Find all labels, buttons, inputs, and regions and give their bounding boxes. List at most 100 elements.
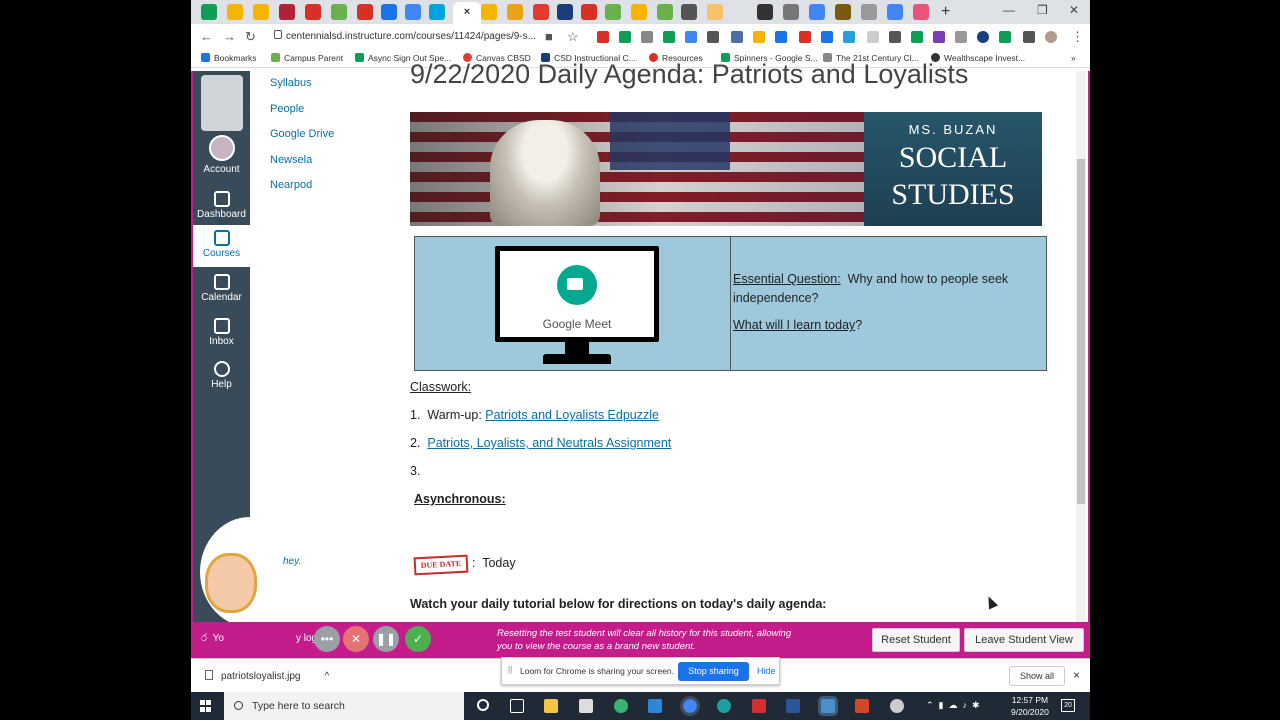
photos-icon[interactable] xyxy=(818,696,838,716)
tab-docs-icon[interactable] xyxy=(405,4,421,20)
tab-site-icon[interactable] xyxy=(707,4,723,20)
nav-dashboard[interactable]: Dashboard xyxy=(193,189,250,227)
course-nav-google-drive[interactable]: Google Drive xyxy=(270,128,334,154)
more-bookmarks-icon[interactable]: » xyxy=(1071,53,1076,63)
tab-site-icon[interactable] xyxy=(757,4,773,20)
task-view-icon[interactable] xyxy=(510,699,524,713)
extension-icon[interactable] xyxy=(619,31,631,43)
close-window-icon[interactable]: ✕ xyxy=(1069,3,1079,17)
minimize-icon[interactable]: — xyxy=(1003,3,1015,17)
forward-icon[interactable]: → xyxy=(223,29,236,44)
loom-cancel-icon[interactable]: ✕ xyxy=(343,626,369,652)
school-crest-logo[interactable] xyxy=(201,75,243,131)
tab-site-icon[interactable] xyxy=(913,4,929,20)
tab-site-icon[interactable] xyxy=(681,4,697,20)
account-avatar[interactable] xyxy=(209,135,235,161)
word-icon[interactable] xyxy=(786,699,800,713)
powerpoint-icon[interactable] xyxy=(855,699,869,713)
address-bar[interactable]: centennialsd.instructure.com/courses/114… xyxy=(270,27,590,47)
tab-site-icon[interactable] xyxy=(557,4,573,20)
bookmark-star-icon[interactable]: ☆ xyxy=(567,29,579,45)
tab-slides-icon[interactable] xyxy=(631,4,647,20)
tab-gmail-icon[interactable] xyxy=(357,4,373,20)
bookmark-item[interactable]: Bookmarks xyxy=(201,53,257,63)
tab-slides-icon[interactable] xyxy=(481,4,497,20)
extension-icon[interactable] xyxy=(977,31,989,43)
cortana-icon[interactable] xyxy=(477,699,489,711)
restore-icon[interactable]: ❐ xyxy=(1037,3,1048,17)
windows-start-icon[interactable] xyxy=(200,700,212,712)
nav-courses[interactable]: Courses xyxy=(193,225,250,267)
nav-account[interactable]: Account xyxy=(193,164,250,175)
tab-site-icon[interactable] xyxy=(861,4,877,20)
system-tray[interactable]: ⌃ ▮ ☁ ♪ ✱ xyxy=(926,700,980,711)
extension-icon[interactable] xyxy=(685,31,697,43)
edge-icon[interactable] xyxy=(717,699,731,713)
camera-icon[interactable]: ■ xyxy=(545,29,553,44)
file-explorer-icon[interactable] xyxy=(544,699,558,713)
close-shelf-icon[interactable]: × xyxy=(1073,668,1080,682)
extension-icon[interactable] xyxy=(597,31,609,43)
chrome-icon[interactable] xyxy=(680,696,700,716)
drag-handle-icon[interactable]: || xyxy=(508,665,512,674)
hide-banner-button[interactable]: Hide xyxy=(757,666,776,676)
extension-icon[interactable] xyxy=(753,31,765,43)
app-icon[interactable] xyxy=(890,699,904,713)
tab-close-icon[interactable]: × xyxy=(464,6,470,18)
edpuzzle-link[interactable]: Patriots and Loyalists Edpuzzle xyxy=(485,408,659,422)
nav-help[interactable]: Help xyxy=(193,361,250,390)
stop-sharing-button[interactable]: Stop sharing xyxy=(678,662,749,681)
taskbar-search[interactable]: Type here to search xyxy=(224,692,464,720)
extension-icon[interactable] xyxy=(955,31,967,43)
chevron-up-icon[interactable]: ^ xyxy=(324,671,329,682)
course-nav-nearpod[interactable]: Nearpod xyxy=(270,179,334,205)
loom-options-icon[interactable]: ••• xyxy=(314,626,340,652)
show-all-button[interactable]: Show all xyxy=(1009,666,1065,686)
download-item[interactable]: patriotsloyalist.jpg ^ xyxy=(205,670,329,682)
nav-calendar[interactable]: Calendar xyxy=(193,274,250,303)
course-nav-newsela[interactable]: Newsela xyxy=(270,154,334,180)
extension-icon[interactable] xyxy=(821,31,833,43)
tab-flag-icon[interactable] xyxy=(279,4,295,20)
new-tab-button[interactable]: + xyxy=(941,3,950,21)
extension-icon[interactable] xyxy=(867,31,879,43)
back-icon[interactable]: ← xyxy=(200,29,213,44)
taskbar-clock[interactable]: 12:57 PM 9/20/2020 xyxy=(1011,694,1049,718)
store-icon[interactable] xyxy=(579,699,593,713)
tab-google-icon[interactable] xyxy=(887,4,903,20)
tab-slides-icon[interactable] xyxy=(253,4,269,20)
loom-pause-icon[interactable]: ❚❚ xyxy=(373,626,399,652)
tab-active[interactable]: × xyxy=(453,2,481,24)
scrollbar-thumb[interactable] xyxy=(1077,159,1085,504)
acrobat-icon[interactable] xyxy=(752,699,766,713)
app-icon[interactable] xyxy=(614,699,628,713)
menu-kebab-icon[interactable]: ⋮ xyxy=(1071,29,1084,45)
tab-google-icon[interactable] xyxy=(809,4,825,20)
tab-site-icon[interactable] xyxy=(605,4,621,20)
extension-icon[interactable] xyxy=(911,31,923,43)
tab-site-icon[interactable] xyxy=(331,4,347,20)
course-nav-syllabus[interactable]: Syllabus xyxy=(270,77,334,103)
extension-icon[interactable] xyxy=(775,31,787,43)
app-icon[interactable] xyxy=(648,699,662,713)
notification-icon[interactable]: 20 xyxy=(1061,699,1075,712)
extension-icon[interactable] xyxy=(999,31,1011,43)
tab-site-icon[interactable] xyxy=(507,4,523,20)
extension-icon[interactable] xyxy=(889,31,901,43)
extension-icon[interactable] xyxy=(641,31,653,43)
tab-site-icon[interactable] xyxy=(581,4,597,20)
extension-icon[interactable] xyxy=(731,31,743,43)
extension-icon[interactable] xyxy=(799,31,811,43)
tab-gmail-icon[interactable] xyxy=(305,4,321,20)
extensions-puzzle-icon[interactable] xyxy=(1023,31,1035,43)
vertical-scrollbar[interactable] xyxy=(1076,71,1086,622)
leave-student-view-button[interactable]: Leave Student View xyxy=(964,628,1084,652)
tab-slides-icon[interactable] xyxy=(227,4,243,20)
bookmark-item[interactable]: Campus Parent xyxy=(271,53,343,63)
profile-avatar[interactable] xyxy=(1045,31,1057,43)
tab-site-icon[interactable] xyxy=(429,4,445,20)
extension-icon[interactable] xyxy=(663,31,675,43)
google-meet-link[interactable]: Google Meet xyxy=(495,246,659,364)
extension-icon[interactable] xyxy=(933,31,945,43)
loom-finish-icon[interactable]: ✓ xyxy=(405,626,431,652)
